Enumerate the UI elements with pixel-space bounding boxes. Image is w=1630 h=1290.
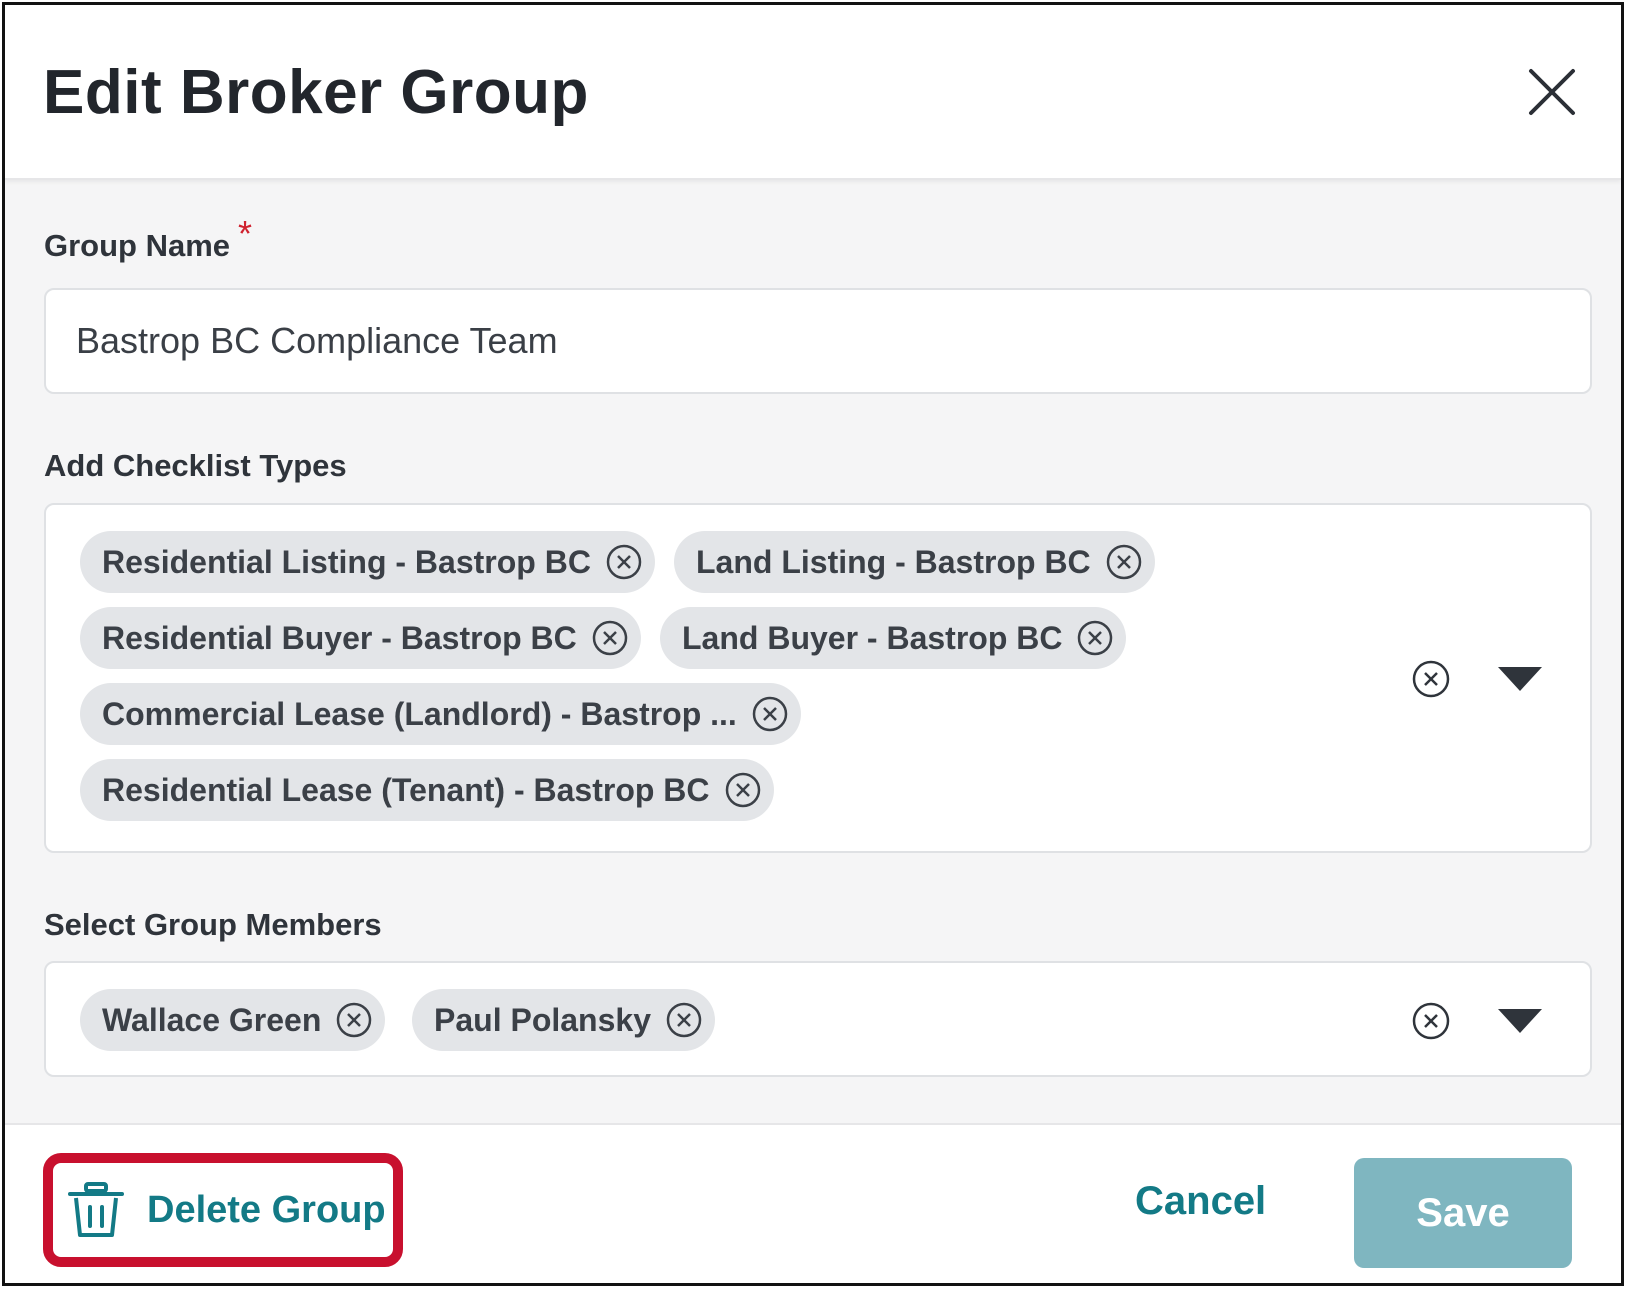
chip-label: Paul Polansky — [434, 1001, 651, 1038]
group-name-input[interactable] — [46, 290, 1590, 392]
dialog-footer: Delete Group Cancel Save — [5, 1123, 1621, 1283]
remove-chip-icon[interactable] — [591, 619, 629, 657]
remove-chip-icon[interactable] — [1105, 543, 1143, 581]
checklist-chip: Land Buyer - Bastrop BC — [660, 607, 1127, 669]
delete-group-button[interactable]: Delete Group — [67, 1181, 386, 1239]
chevron-down-icon[interactable] — [1498, 1009, 1542, 1035]
group-name-label-text: Group Name — [44, 228, 231, 263]
clear-all-icon[interactable] — [1411, 1001, 1451, 1041]
required-marker: * — [238, 213, 253, 254]
chip-label: Wallace Green — [102, 1001, 322, 1038]
chip-label: Residential Lease (Tenant) - Bastrop BC — [102, 771, 710, 808]
delete-group-label: Delete Group — [147, 1188, 386, 1231]
chevron-down-icon[interactable] — [1498, 667, 1542, 693]
group-members-label: Select Group Members — [44, 907, 382, 942]
remove-chip-icon[interactable] — [751, 695, 789, 733]
cancel-button[interactable]: Cancel — [1135, 1179, 1266, 1224]
group-members-select[interactable]: Wallace Green Paul Polansky — [44, 961, 1592, 1077]
member-chip: Paul Polansky — [412, 989, 715, 1051]
dialog-header: Edit Broker Group — [5, 5, 1621, 180]
remove-chip-icon[interactable] — [665, 1001, 703, 1039]
checklist-chip: Residential Listing - Bastrop BC — [80, 531, 655, 593]
checklist-chip: Land Listing - Bastrop BC — [674, 531, 1155, 593]
dialog-title: Edit Broker Group — [43, 58, 589, 127]
close-icon — [1529, 69, 1575, 115]
chip-label: Residential Listing - Bastrop BC — [102, 543, 591, 580]
checklist-types-select[interactable]: Residential Listing - Bastrop BC Land Li… — [44, 503, 1592, 853]
delete-highlight-box: Delete Group — [43, 1153, 403, 1267]
chip-label: Residential Buyer - Bastrop BC — [102, 619, 577, 656]
close-button[interactable] — [1525, 65, 1579, 119]
checklist-chip: Residential Lease (Tenant) - Bastrop BC — [80, 759, 774, 821]
chip-label: Commercial Lease (Landlord) - Bastrop ..… — [102, 695, 737, 732]
remove-chip-icon[interactable] — [724, 771, 762, 809]
save-button[interactable]: Save — [1354, 1158, 1572, 1268]
checklist-types-label: Add Checklist Types — [44, 448, 347, 483]
checklist-chip: Commercial Lease (Landlord) - Bastrop ..… — [80, 683, 801, 745]
remove-chip-icon[interactable] — [1076, 619, 1114, 657]
chip-label: Land Listing - Bastrop BC — [696, 543, 1091, 580]
chip-label: Land Buyer - Bastrop BC — [682, 619, 1063, 656]
group-name-label: Group Name * — [44, 213, 252, 265]
remove-chip-icon[interactable] — [605, 543, 643, 581]
edit-broker-group-dialog: Edit Broker Group Group Name* Add Checkl… — [2, 2, 1624, 1286]
checklist-chip: Residential Buyer - Bastrop BC — [80, 607, 641, 669]
trash-icon — [68, 1182, 124, 1237]
group-name-field — [44, 288, 1592, 394]
clear-all-icon[interactable] — [1411, 659, 1451, 699]
remove-chip-icon[interactable] — [335, 1001, 373, 1039]
member-chip: Wallace Green — [80, 989, 386, 1051]
